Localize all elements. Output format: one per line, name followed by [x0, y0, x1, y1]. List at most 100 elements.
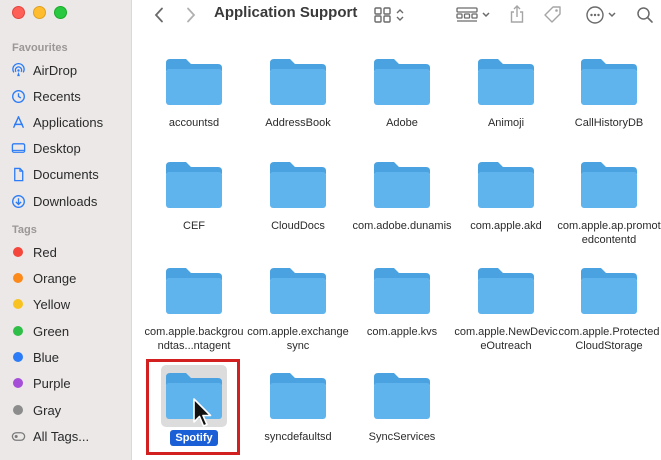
tags-section-title: Tags: [12, 224, 37, 236]
folder-icon: [372, 266, 432, 316]
folder-icon: [579, 160, 639, 210]
folder-icon: [372, 57, 432, 107]
document-icon: [10, 166, 26, 182]
folder-label: CallHistoryDB: [574, 117, 644, 129]
folder-item[interactable]: syncdefaultsd: [246, 371, 350, 444]
folder-item[interactable]: com.apple.exchangesync: [246, 266, 350, 353]
folder-icon: [268, 266, 328, 316]
sidebar-tag-gray[interactable]: Gray: [10, 399, 128, 421]
folder-label: CloudDocs: [271, 220, 325, 232]
folder-item[interactable]: com.apple.ap.promotedcontentd: [557, 160, 661, 247]
search-button[interactable]: [633, 4, 657, 26]
zoom-window-button[interactable]: [54, 6, 67, 19]
sidebar-item-recents[interactable]: Recents: [10, 85, 128, 107]
tag-green-dot-icon: [13, 326, 23, 336]
sidebar-tag-purple[interactable]: Purple: [10, 372, 128, 394]
share-icon: [510, 5, 524, 23]
more-actions-button[interactable]: [585, 4, 623, 26]
folder-icon: [268, 57, 328, 107]
tag-button[interactable]: [541, 4, 565, 26]
folder-label: SyncServices: [368, 431, 436, 443]
mouse-pointer-icon: [193, 398, 212, 427]
sidebar-tag-red[interactable]: Red: [10, 241, 128, 263]
folder-item[interactable]: CallHistoryDB: [557, 57, 661, 130]
folder-icon: [164, 160, 224, 210]
sidebar-tag-yellow[interactable]: Yellow: [10, 293, 128, 315]
sidebar-item-desktop[interactable]: Desktop: [10, 137, 128, 159]
folder-icon: [372, 371, 432, 421]
folder-item[interactable]: CEF: [142, 160, 246, 233]
folder-item[interactable]: accountsd: [142, 57, 246, 130]
sidebar-item-label: Applications: [33, 114, 104, 130]
tag-yellow-dot-icon: [13, 299, 23, 309]
clock-icon: [10, 88, 26, 104]
group-icon: [456, 7, 490, 22]
folder-item[interactable]: com.apple.akd: [454, 160, 558, 233]
folder-icon: [476, 266, 536, 316]
window-title: Application Support: [214, 4, 358, 21]
folder-label: syncdefaultsd: [264, 431, 332, 443]
folder-item[interactable]: com.apple.NewDeviceOutreach: [454, 266, 558, 353]
all-tags-icon: [10, 428, 26, 444]
sidebar-item-airdrop[interactable]: AirDrop: [10, 59, 128, 81]
folder-icon: [268, 371, 328, 421]
sidebar-item-label: Purple: [33, 375, 71, 391]
sidebar-tag-all[interactable]: All Tags...: [10, 425, 128, 447]
folder-label: CEF: [183, 220, 205, 232]
folder-label: com.apple.akd: [470, 220, 542, 232]
folder-item[interactable]: com.apple.ProtectedCloudStorage: [557, 266, 661, 353]
folder-icon: [476, 160, 536, 210]
tag-purple-dot-icon: [13, 378, 23, 388]
folder-label: com.apple.ap.promotedcontentd: [557, 220, 661, 246]
folder-icon: [579, 57, 639, 107]
sidebar-item-label: Desktop: [33, 140, 81, 156]
folder-item[interactable]: CloudDocs: [246, 160, 350, 233]
close-window-button[interactable]: [12, 6, 25, 19]
airdrop-icon: [10, 62, 26, 78]
folder-grid: accountsd AddressBook Adobe Animoji Call…: [133, 44, 661, 460]
sidebar-item-downloads[interactable]: Downloads: [10, 190, 128, 212]
folder-label: accountsd: [168, 117, 220, 129]
folder-item[interactable]: com.apple.backgroundtas...ntagent: [142, 266, 246, 353]
sidebar-tag-blue[interactable]: Blue: [10, 346, 128, 368]
sidebar-item-label: Documents: [33, 166, 99, 182]
tag-red-dot-icon: [13, 247, 23, 257]
folder-icon: [268, 160, 328, 210]
folder-icon: [164, 57, 224, 107]
chevron-right-icon: [187, 7, 196, 23]
folder-item[interactable]: Adobe: [350, 57, 454, 130]
folder-item[interactable]: com.adobe.dunamis: [350, 160, 454, 233]
sidebar-item-label: Recents: [33, 88, 81, 104]
sidebar-item-label: Gray: [33, 402, 62, 418]
folder-icon: [372, 160, 432, 210]
sidebar-item-documents[interactable]: Documents: [10, 163, 128, 185]
folder-icon: [164, 266, 224, 316]
folder-item[interactable]: Animoji: [454, 57, 558, 130]
share-button[interactable]: [507, 3, 527, 25]
folder-item[interactable]: com.apple.kvs: [350, 266, 454, 339]
sidebar-item-label: All Tags...: [33, 428, 90, 444]
search-icon: [637, 7, 653, 23]
folder-label: com.apple.NewDeviceOutreach: [454, 326, 558, 352]
grid-view-icon: [374, 7, 404, 23]
folder-label: com.apple.exchangesync: [247, 326, 349, 352]
sidebar-tag-orange[interactable]: Orange: [10, 267, 128, 289]
back-button[interactable]: [149, 5, 169, 25]
toolbar: [133, 0, 661, 30]
minimize-window-button[interactable]: [33, 6, 46, 19]
folder-label: Animoji: [487, 117, 525, 129]
sidebar-item-label: AirDrop: [33, 62, 78, 78]
ellipsis-circle-icon: [586, 6, 616, 24]
forward-button[interactable]: [181, 5, 201, 25]
sidebar-item-applications[interactable]: Applications: [10, 111, 128, 133]
sidebar-item-label: Downloads: [33, 193, 98, 209]
sidebar-tag-green[interactable]: Green: [10, 320, 128, 342]
group-by-button[interactable]: [455, 5, 493, 25]
folder-icon: [579, 266, 639, 316]
sidebar-item-label: Blue: [33, 349, 60, 365]
folder-item[interactable]: AddressBook: [246, 57, 350, 130]
folder-item[interactable]: SyncServices: [350, 371, 454, 444]
window-controls: [12, 6, 67, 19]
folder-label: Adobe: [386, 117, 418, 129]
view-mode-button[interactable]: [373, 5, 407, 25]
